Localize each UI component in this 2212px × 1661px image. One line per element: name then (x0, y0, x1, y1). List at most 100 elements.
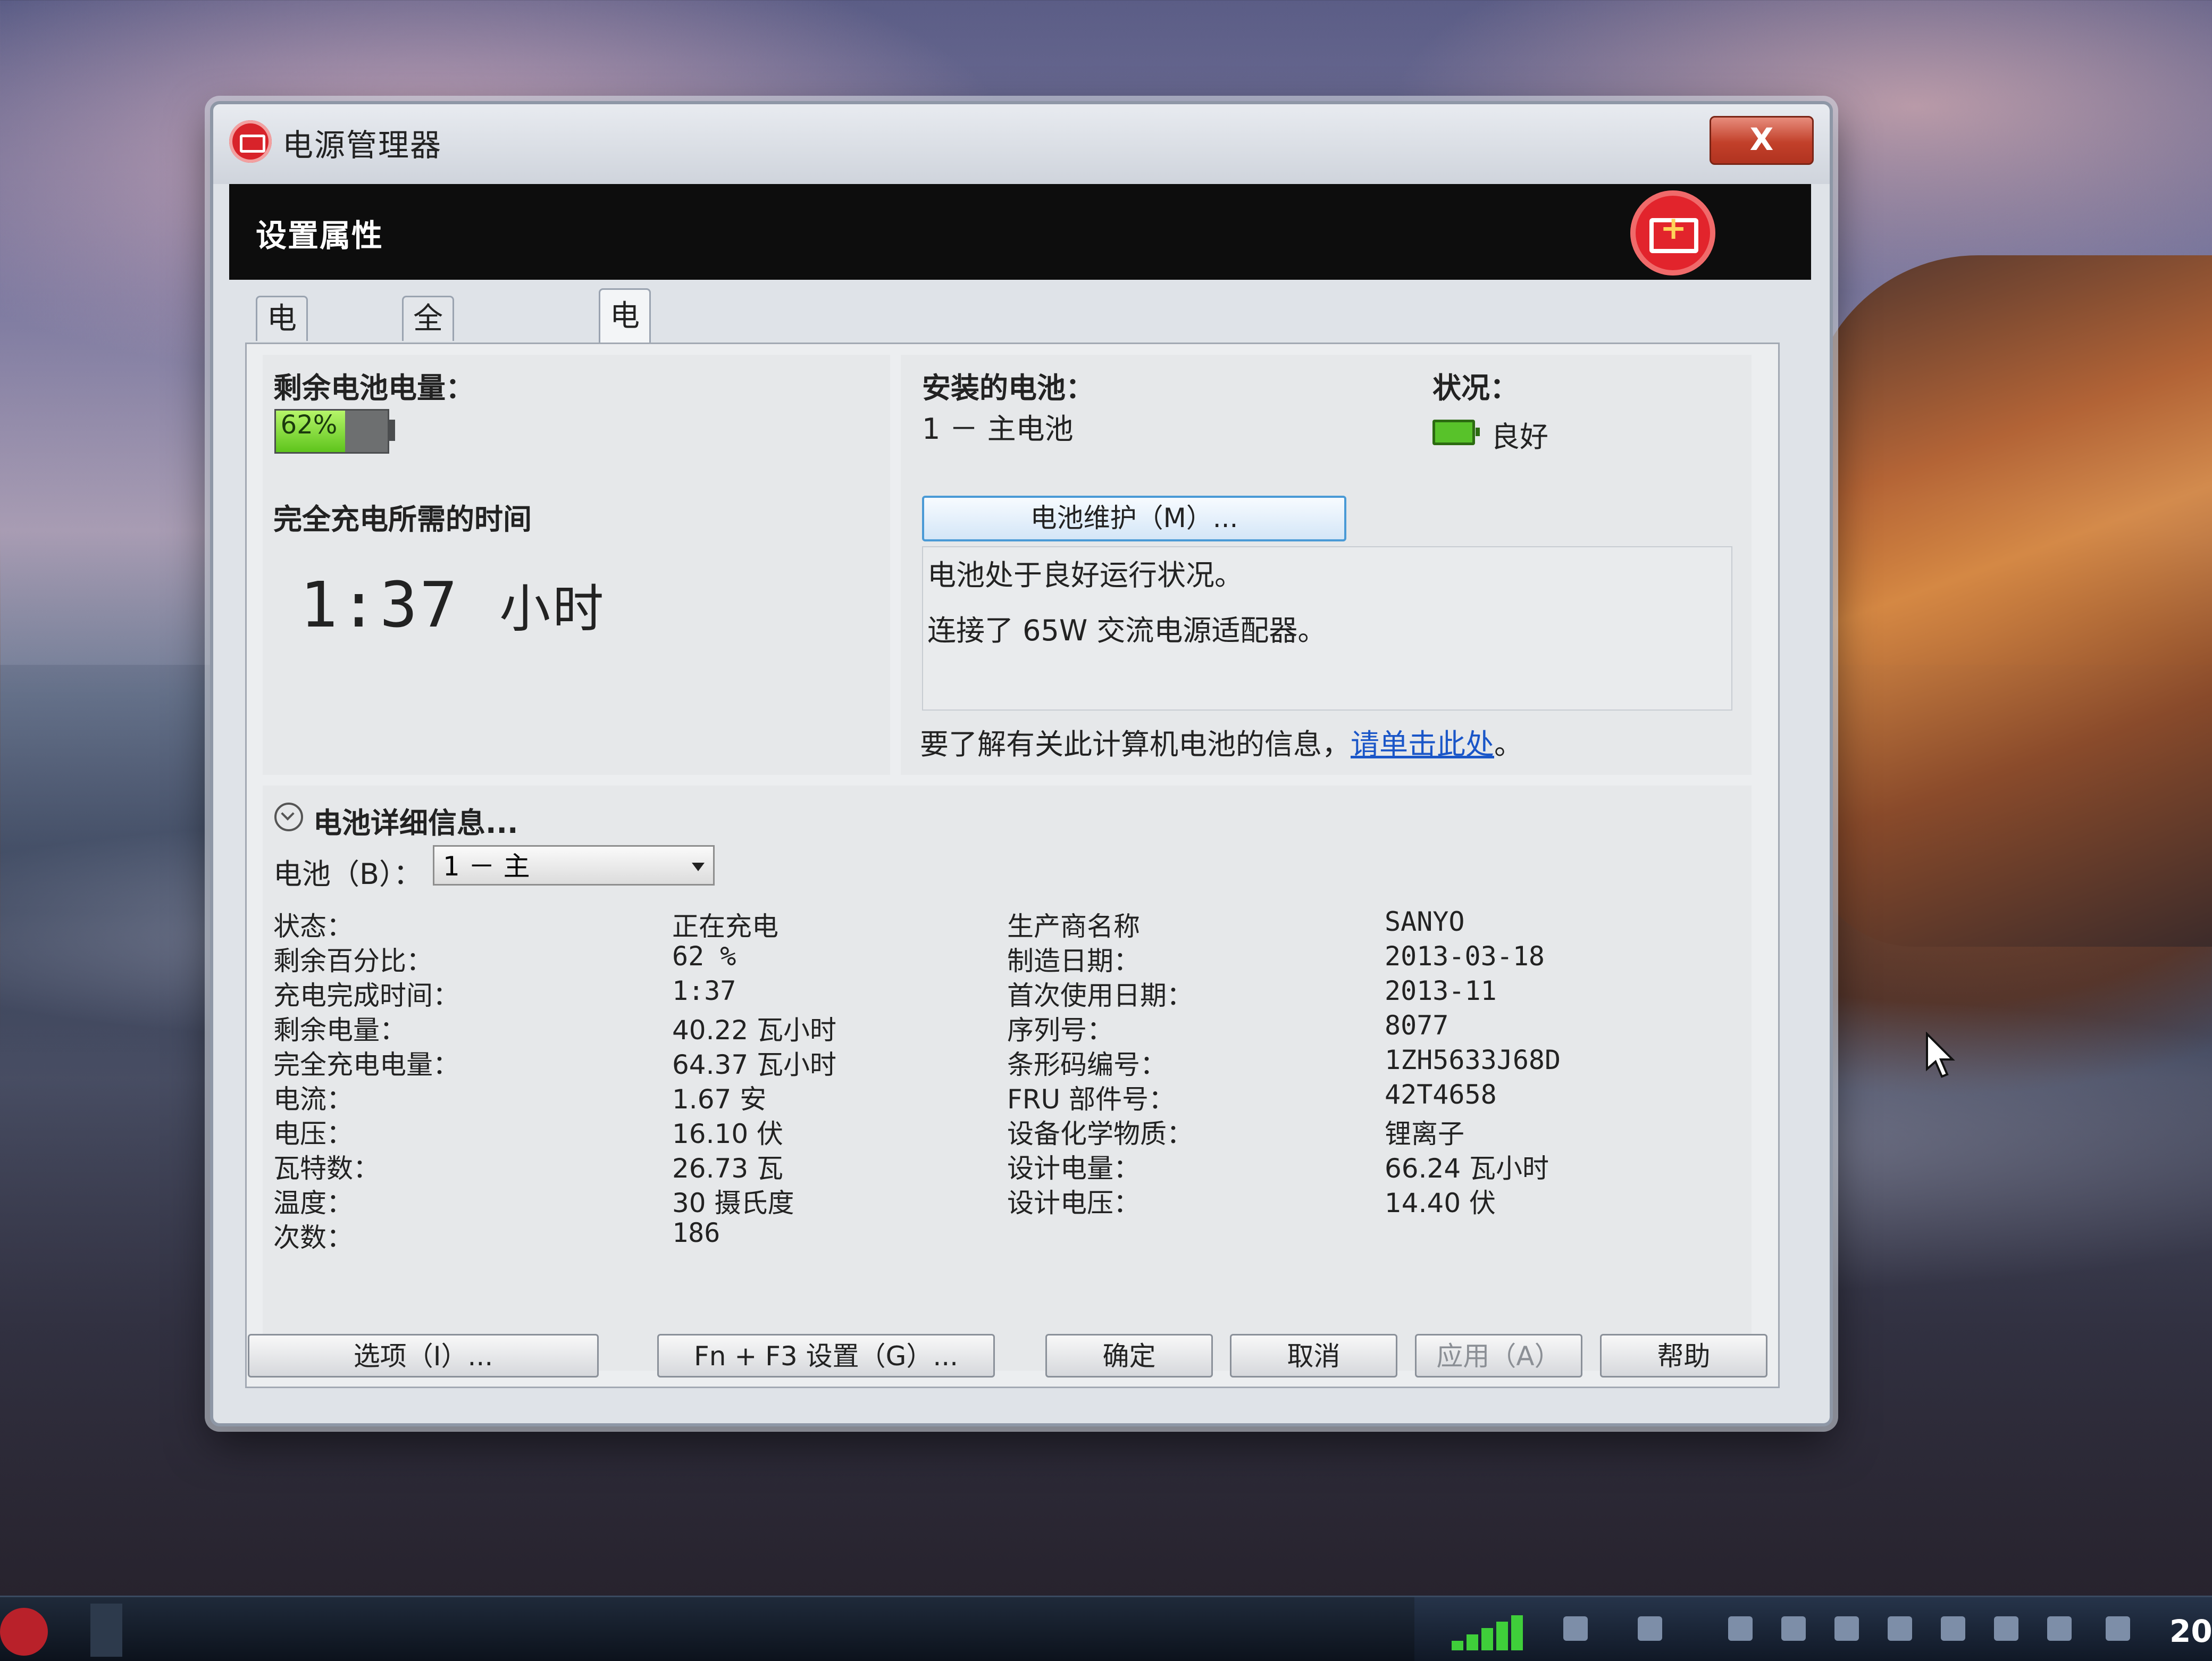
battery-select-label: 电池（B）： (273, 857, 423, 891)
detail-label: FRU 部件号： (1007, 1084, 1175, 1115)
detail-label: 完全充电电量： (273, 1049, 459, 1080)
cancel-button[interactable]: 取消 (1230, 1334, 1397, 1378)
network-icon[interactable] (1781, 1616, 1806, 1641)
start-button[interactable] (0, 1608, 48, 1656)
options-button[interactable]: 选项（I）... (248, 1334, 599, 1378)
battery-info-suffix: 。 (1494, 728, 1523, 761)
battery-info-link[interactable]: 请单击此处 (1351, 728, 1494, 761)
battery-select[interactable]: 1 － 主 (433, 845, 715, 886)
charge-time-value: 1:37 (300, 568, 460, 641)
detail-value: 1.67 安 (672, 1084, 767, 1115)
collapse-chevron-icon[interactable] (274, 803, 303, 831)
detail-label: 首次使用日期： (1007, 980, 1193, 1011)
status-value: 良好 (1491, 420, 1548, 454)
battery-good-icon (1432, 420, 1480, 445)
battery-health-message: 电池处于良好运行状况。 (927, 558, 1243, 592)
keyboard-icon[interactable] (1638, 1616, 1662, 1641)
power-plug-icon[interactable] (1994, 1616, 2018, 1641)
detail-label: 序列号： (1007, 1015, 1113, 1046)
battery-info-text: 要了解有关此计算机电池的信息， (920, 728, 1351, 761)
detail-value: 2013-03-18 (1385, 941, 1545, 972)
detail-value: 64.37 瓦小时 (672, 1049, 837, 1080)
show-taskbar-button[interactable] (90, 1604, 122, 1657)
battery-info-panel: 剩余电池电量： 62% 完全充电所需的时间 1:37 小时 安装的电池： 1 －… (245, 343, 1780, 1388)
details-title[interactable]: 电池详细信息... (313, 799, 518, 841)
apply-button[interactable]: 应用（A） (1415, 1334, 1582, 1378)
installed-battery-label: 安装的电池： (922, 371, 1094, 405)
tray-app-icon[interactable] (2106, 1616, 2130, 1641)
detail-value: 正在充电 (672, 911, 778, 942)
header-banner: 设置属性 (229, 184, 1811, 280)
charge-time-unit: 小时 (499, 579, 606, 639)
power-manager-window: 电源管理器 X 设置属性 电源方案 全局电源设置 电池信息 剩余电池电量： 62… (210, 101, 1833, 1426)
device-icon[interactable] (1834, 1616, 1859, 1641)
detail-value: SANYO (1385, 906, 1465, 937)
detail-value: 16.10 伏 (672, 1119, 784, 1149)
detail-label: 制造日期： (1007, 946, 1140, 976)
detail-label: 剩余百分比： (273, 946, 433, 976)
battery-details-section: 电池详细信息... 电池（B）： 1 － 主 状态： 正在充电 剩余百分比： 62 … (263, 786, 1752, 1371)
battery-gauge-icon[interactable] (1452, 1613, 1542, 1650)
installed-battery-value: 1 － 主电池 (922, 412, 1074, 446)
detail-value: 62 % (672, 941, 736, 972)
tab-global-settings[interactable]: 全局电源设置 (402, 296, 454, 554)
installed-battery-box: 安装的电池： 1 － 主电池 状况： 良好 电池维护（M）... 电池处于良好运… (901, 355, 1752, 775)
detail-value: 14.40 伏 (1385, 1188, 1496, 1218)
title-bar[interactable]: 电源管理器 X (213, 104, 1830, 184)
battery-meter-tip (388, 420, 395, 441)
battery-percent: 62% (280, 410, 338, 440)
help-button[interactable]: 帮助 (1600, 1334, 1767, 1378)
taskbar-clock[interactable]: 20 (2169, 1613, 2212, 1649)
detail-value: 66.24 瓦小时 (1385, 1153, 1549, 1184)
gauge-bar (1452, 1641, 1463, 1650)
detail-label: 瓦特数： (273, 1153, 380, 1184)
status-label: 状况： (1432, 371, 1519, 405)
detail-label: 充电完成时间： (273, 980, 459, 1011)
bluetooth-icon[interactable] (1728, 1616, 1753, 1641)
charge-time-label: 完全充电所需的时间 (273, 503, 532, 536)
detail-value: 30 摄氏度 (672, 1188, 794, 1218)
chevron-down-icon (692, 863, 705, 871)
tab-battery-info[interactable]: 电池信息 (599, 288, 651, 493)
detail-label: 剩余电量： (273, 1015, 406, 1046)
detail-value: 26.73 瓦 (672, 1153, 784, 1184)
volume-icon[interactable] (1888, 1616, 1912, 1641)
detail-value: 40.22 瓦小时 (672, 1015, 837, 1046)
header-title: 设置属性 (256, 218, 384, 254)
detail-label: 状态： (273, 911, 353, 942)
detail-label: 电流： (273, 1084, 353, 1115)
battery-plus-icon (1630, 190, 1715, 276)
fn-f3-settings-button[interactable]: Fn + F3 设置（G）... (657, 1334, 995, 1378)
remaining-label: 剩余电池电量： (273, 371, 474, 405)
detail-label: 生产商名称 (1007, 911, 1140, 942)
detail-label: 次数： (273, 1222, 353, 1253)
gauge-bar (1481, 1628, 1493, 1650)
signal-strength-icon[interactable] (1941, 1616, 1965, 1641)
battery-info-line: 要了解有关此计算机电池的信息，请单击此处。 (920, 721, 1523, 763)
gauge-bar (1467, 1634, 1478, 1650)
user-icon[interactable] (2047, 1616, 2072, 1641)
detail-label: 设计电量： (1007, 1153, 1140, 1184)
battery-message-box: 电池处于良好运行状况。 连接了 65W 交流电源适配器。 (922, 546, 1732, 711)
detail-value: 1ZH5633J68D (1385, 1045, 1561, 1075)
battery-summary: 剩余电池电量： 62% 完全充电所需的时间 1:37 小时 (263, 355, 890, 775)
battery-select-value: 1 － 主 (443, 851, 530, 882)
detail-value: 8077 (1385, 1010, 1449, 1041)
wireless-antenna-icon[interactable] (1563, 1616, 1588, 1641)
battery-maintenance-button[interactable]: 电池维护（M）... (922, 496, 1346, 541)
detail-value: 2013-11 (1385, 975, 1497, 1006)
detail-label: 温度： (273, 1188, 353, 1218)
detail-value: 186 (672, 1217, 720, 1248)
tab-power-plans[interactable]: 电源方案 (256, 296, 308, 467)
detail-value: 42T4658 (1385, 1079, 1497, 1110)
adapter-message: 连接了 65W 交流电源适配器。 (927, 614, 1327, 647)
battery-app-icon (229, 120, 272, 163)
detail-label: 设备化学物质： (1007, 1119, 1193, 1149)
taskbar: 20 (0, 1596, 2212, 1661)
close-button[interactable]: X (1710, 116, 1814, 165)
window-title: 电源管理器 (282, 127, 442, 163)
ok-button[interactable]: 确定 (1045, 1334, 1213, 1378)
gauge-bar (1511, 1615, 1523, 1650)
mouse-cursor-icon (1926, 1032, 1955, 1078)
detail-value: 1:37 (672, 975, 736, 1006)
